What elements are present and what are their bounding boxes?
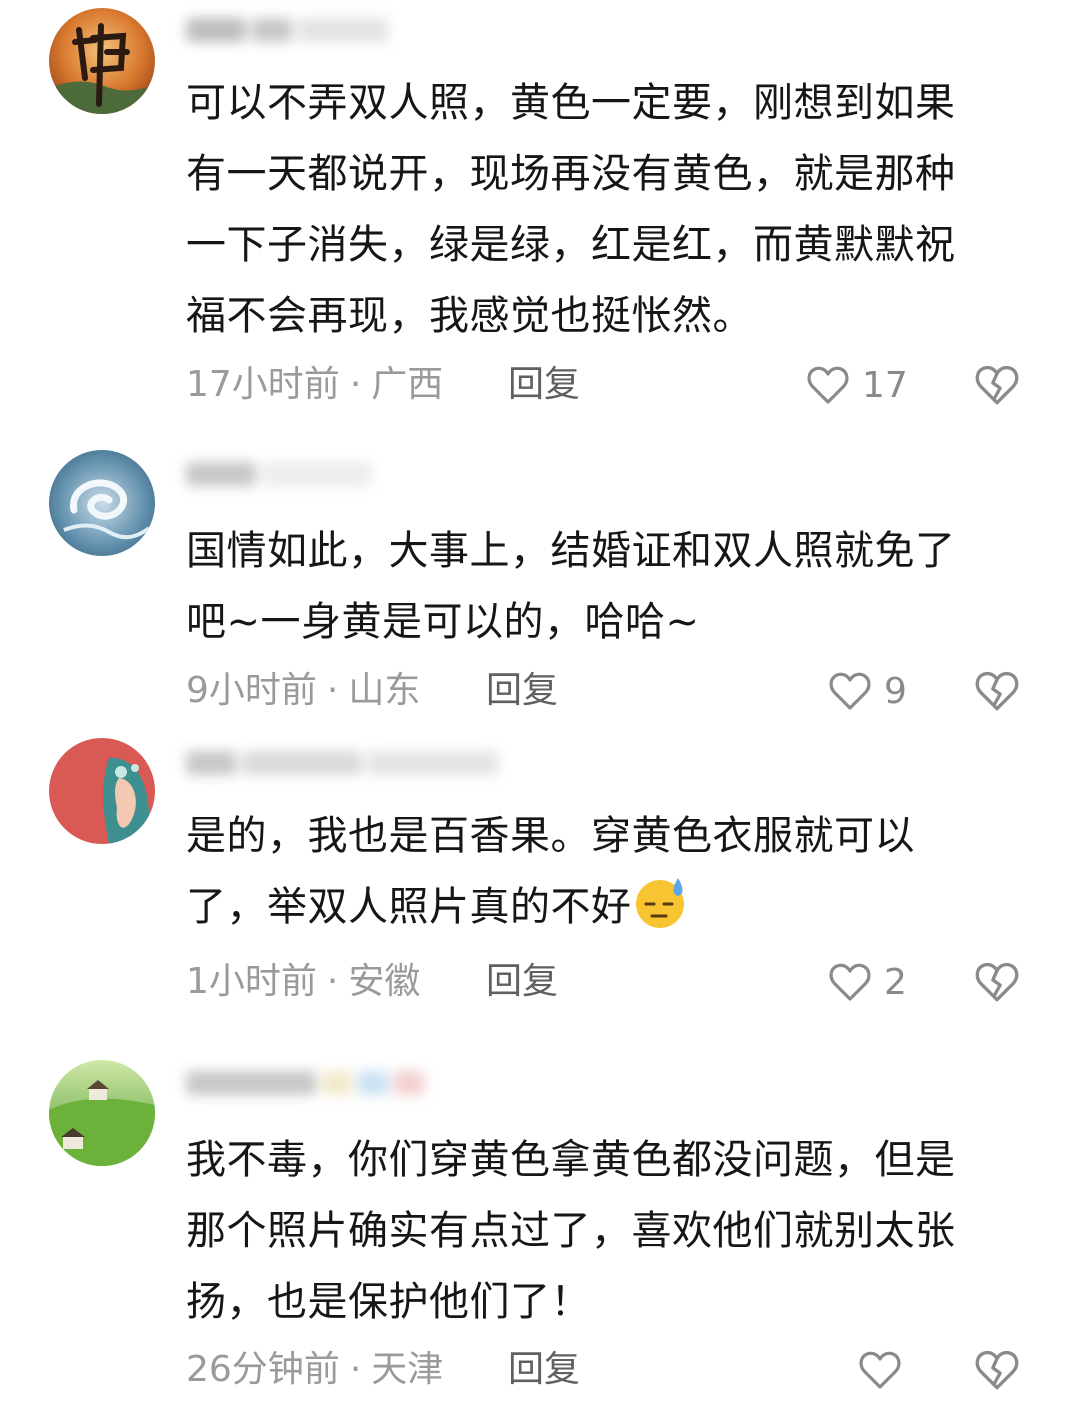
heart-outline-icon — [829, 963, 871, 1001]
reply-button[interactable]: 回复 — [508, 1345, 580, 1395]
comment-location: 广西 — [371, 364, 444, 405]
avatar[interactable] — [49, 1060, 155, 1166]
comment-location: 山东 — [348, 670, 421, 711]
username-blurred[interactable] — [186, 751, 504, 779]
username-blurred[interactable] — [186, 1071, 430, 1099]
comment-meta: 9小时前 · 山东 — [186, 666, 420, 716]
comment-location: 天津 — [371, 1349, 444, 1390]
comment-time: 1小时前 — [186, 961, 317, 1002]
comment-time: 9小时前 — [186, 670, 317, 711]
username-blurred[interactable] — [186, 18, 394, 46]
comment-text: 可以不弄双人照，黄色一定要，刚想到如果 有一天都说开，现场再没有黄色，就是那种 … — [186, 68, 1046, 352]
comment-location: 安徽 — [348, 961, 421, 1002]
dislike-button[interactable] — [972, 957, 1022, 1007]
comment-item: 是的，我也是百香果。穿黄色衣服就可以 了，举双人照片真的不好 1小时前 · 安徽 回… — [0, 725, 1080, 1035]
comment-line: 那个照片确实有点过了，喜欢他们就别太张 — [186, 1208, 956, 1254]
comment-item: 可以不弄双人照，黄色一定要，刚想到如果 有一天都说开，现场再没有黄色，就是那种 … — [0, 0, 1080, 430]
comment-meta: 26分钟前 · 天津 — [186, 1345, 443, 1395]
avatar[interactable] — [49, 738, 155, 844]
separator-dot: · — [326, 670, 339, 711]
like-button[interactable]: 2 — [826, 957, 907, 1007]
reply-button[interactable]: 回复 — [508, 360, 580, 410]
reply-button[interactable]: 回复 — [486, 666, 558, 716]
avatar-image — [49, 8, 155, 114]
comment-item: 我不毒，你们穿黄色拿黄色都没问题，但是 那个照片确实有点过了，喜欢他们就别太张 … — [0, 1035, 1080, 1414]
like-count: 17 — [862, 364, 908, 406]
avatar-image — [49, 738, 155, 844]
broken-heart-icon — [975, 671, 1019, 711]
broken-heart-icon — [975, 1350, 1019, 1390]
comment-line: 可以不弄双人照，黄色一定要，刚想到如果 — [186, 80, 956, 126]
reply-button[interactable]: 回复 — [486, 957, 558, 1007]
comment-line: 有一天都说开，现场再没有黄色，就是那种 — [186, 151, 956, 197]
dislike-button[interactable] — [972, 1345, 1022, 1395]
broken-heart-icon — [975, 962, 1019, 1002]
separator-dot: · — [349, 364, 362, 405]
comment-time: 17小时前 — [186, 364, 340, 405]
separator-dot: · — [349, 1349, 362, 1390]
comment-line: 扬，也是保护他们了！ — [186, 1279, 591, 1325]
avatar-image — [49, 450, 155, 556]
username-blurred[interactable] — [186, 462, 378, 490]
comment-line: 福不会再现，我感觉也挺怅然。 — [186, 293, 753, 339]
separator-dot: · — [326, 961, 339, 1002]
like-button[interactable]: 17 — [804, 360, 908, 410]
dislike-button[interactable] — [972, 666, 1022, 716]
like-count: 9 — [884, 670, 907, 712]
comment-line: 国情如此，大事上，结婚证和双人照就免了 — [186, 528, 956, 574]
comment-line: 吧~一身黄是可以的，哈哈~ — [186, 599, 700, 645]
heart-outline-icon — [829, 672, 871, 710]
avatar[interactable] — [49, 450, 155, 556]
comment-line: 了，举双人照片真的不好 — [186, 872, 1046, 943]
comment-item: 国情如此，大事上，结婚证和双人照就免了 吧~一身黄是可以的，哈哈~ 9小时前 · 山… — [0, 440, 1080, 725]
comment-meta: 1小时前 · 安徽 — [186, 957, 420, 1007]
comment-line: 一下子消失，绿是绿，红是红，而黄默默祝 — [186, 222, 956, 268]
comment-line: 是的，我也是百香果。穿黄色衣服就可以 — [186, 813, 915, 859]
comment-text: 国情如此，大事上，结婚证和双人照就免了 吧~一身黄是可以的，哈哈~ — [186, 516, 1046, 658]
broken-heart-icon — [975, 365, 1019, 405]
heart-outline-icon — [859, 1351, 901, 1389]
avatar-image — [49, 1060, 155, 1166]
like-button[interactable] — [856, 1345, 914, 1395]
dislike-button[interactable] — [972, 360, 1022, 410]
avatar[interactable] — [49, 8, 155, 114]
like-button[interactable]: 9 — [826, 666, 907, 716]
comment-text: 我不毒，你们穿黄色拿黄色都没问题，但是 那个照片确实有点过了，喜欢他们就别太张 … — [186, 1125, 1046, 1338]
comment-line-text: 了，举双人照片真的不好 — [186, 884, 632, 930]
comment-meta: 17小时前 · 广西 — [186, 360, 443, 410]
sweat-smile-emoji-icon — [635, 878, 684, 928]
comment-text: 是的，我也是百香果。穿黄色衣服就可以 了，举双人照片真的不好 — [186, 801, 1046, 943]
like-count: 2 — [884, 961, 907, 1003]
comment-line: 我不毒，你们穿黄色拿黄色都没问题，但是 — [186, 1137, 956, 1183]
comment-time: 26分钟前 — [186, 1349, 340, 1390]
heart-outline-icon — [807, 366, 849, 404]
